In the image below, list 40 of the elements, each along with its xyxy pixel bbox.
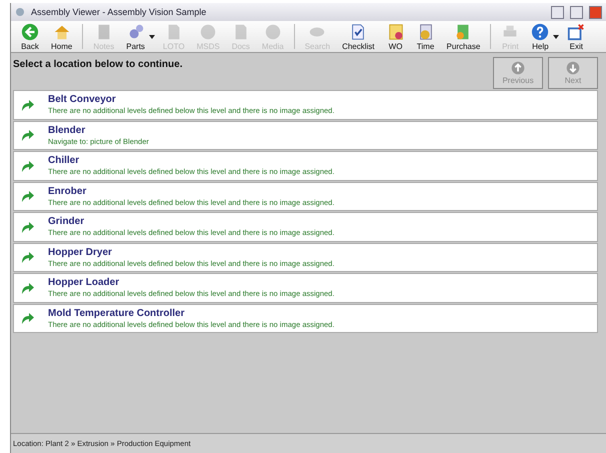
- curved-arrow-icon: [20, 220, 34, 233]
- curved-arrow-icon: [20, 312, 34, 324]
- curved-arrow-icon: [20, 282, 34, 294]
- location-name: Blender: [48, 124, 86, 136]
- location-name: Belt Conveyor: [48, 94, 117, 106]
- toolbar-button[interactable]: Help: [525, 21, 556, 52]
- close-button[interactable]: [589, 6, 602, 18]
- location-name: Grinder: [48, 216, 86, 228]
- work-order-icon: [386, 22, 405, 40]
- curved-arrow-icon: [20, 251, 34, 264]
- toolbar-button[interactable]: Parts: [120, 21, 151, 52]
- curved-arrow-icon: [20, 190, 34, 202]
- toolbar-button[interactable]: Checklist: [336, 21, 381, 52]
- location-name: Hopper Loader: [48, 277, 120, 288]
- caret-icon[interactable]: [148, 34, 155, 38]
- down-arrow-icon: [566, 61, 580, 75]
- caret-icon[interactable]: [553, 34, 560, 38]
- location-name: Enrober: [48, 186, 88, 197]
- toolbar-button[interactable]: Purchase: [440, 21, 486, 52]
- help-icon: [531, 22, 550, 40]
- prompt-text: Select a location below to continue.: [13, 59, 182, 70]
- toolbar-button[interactable]: Back: [15, 21, 45, 52]
- location-name: Mold Temperature Controller: [48, 308, 186, 319]
- minimize-button[interactable]: [551, 6, 564, 18]
- circle-icon: [199, 22, 218, 40]
- curved-arrow-icon: [20, 98, 34, 111]
- up-arrow-icon: [511, 61, 525, 75]
- curved-arrow-icon: [20, 160, 34, 172]
- toolbar-button[interactable]: Exit: [561, 21, 592, 52]
- toolbar-button[interactable]: WO: [380, 21, 411, 52]
- restore-button[interactable]: [570, 6, 583, 18]
- circle-icon: [264, 22, 282, 40]
- app-icon: [15, 7, 25, 17]
- toolbar-button[interactable]: Time: [410, 21, 441, 52]
- window-title: Assembly Viewer - Assembly Vision Sample: [31, 7, 208, 17]
- toolbar-button[interactable]: Home: [45, 21, 78, 52]
- curved-arrow-icon: [20, 129, 34, 142]
- location-name: Chiller: [48, 155, 80, 166]
- exit-icon: [567, 22, 586, 40]
- location-name: Hopper Dryer: [48, 246, 113, 258]
